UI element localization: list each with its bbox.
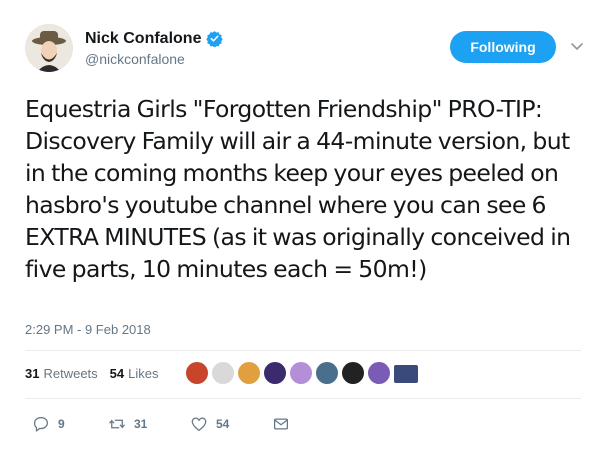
reply-icon bbox=[33, 416, 49, 432]
liker-avatars bbox=[185, 361, 421, 385]
liker-avatar[interactable] bbox=[263, 361, 287, 385]
tweet-stats: 31 Retweets 54 Likes bbox=[25, 366, 171, 381]
direct-message-button[interactable] bbox=[272, 415, 290, 433]
liker-avatar[interactable] bbox=[367, 361, 391, 385]
tweet-header: Nick Confalone @nickconfalone bbox=[25, 24, 224, 72]
liker-avatar[interactable] bbox=[185, 361, 209, 385]
following-button[interactable]: Following bbox=[450, 31, 556, 63]
heart-icon bbox=[191, 417, 207, 432]
divider bbox=[25, 398, 581, 399]
tweet-timestamp[interactable]: 2:29 PM - 9 Feb 2018 bbox=[25, 322, 151, 337]
liker-avatar[interactable] bbox=[341, 361, 365, 385]
likes-stat[interactable]: 54 Likes bbox=[110, 366, 159, 381]
liker-avatar[interactable] bbox=[211, 361, 235, 385]
liker-avatar[interactable] bbox=[237, 361, 261, 385]
avatar[interactable] bbox=[25, 24, 73, 72]
liker-avatar[interactable] bbox=[289, 361, 313, 385]
liker-avatar[interactable] bbox=[315, 361, 339, 385]
reply-count: 9 bbox=[58, 417, 65, 431]
retweets-count: 31 bbox=[25, 366, 40, 381]
divider bbox=[25, 350, 581, 351]
retweet-count: 31 bbox=[134, 417, 148, 431]
likes-label: Likes bbox=[128, 366, 159, 381]
display-name[interactable]: Nick Confalone bbox=[85, 30, 201, 48]
like-button[interactable]: 54 bbox=[190, 415, 272, 433]
chevron-down-icon[interactable] bbox=[570, 39, 584, 53]
retweets-label: Retweets bbox=[43, 366, 98, 381]
envelope-icon bbox=[273, 418, 289, 430]
retweet-button[interactable]: 31 bbox=[108, 415, 190, 433]
verified-badge-icon bbox=[206, 31, 224, 47]
user-handle[interactable]: @nickconfalone bbox=[85, 51, 223, 67]
liker-avatar[interactable] bbox=[393, 364, 419, 384]
tweet-card: Nick Confalone @nickconfalone Following … bbox=[0, 0, 605, 453]
tweet-text: Equestria Girls "Forgotten Friendship" P… bbox=[25, 95, 571, 283]
retweets-stat[interactable]: 31 Retweets bbox=[25, 366, 98, 381]
tweet-actions: 9 31 54 bbox=[32, 415, 290, 433]
likes-count: 54 bbox=[109, 366, 125, 381]
reply-button[interactable]: 9 bbox=[32, 415, 88, 433]
retweet-icon bbox=[109, 419, 125, 429]
like-count: 54 bbox=[216, 417, 230, 431]
